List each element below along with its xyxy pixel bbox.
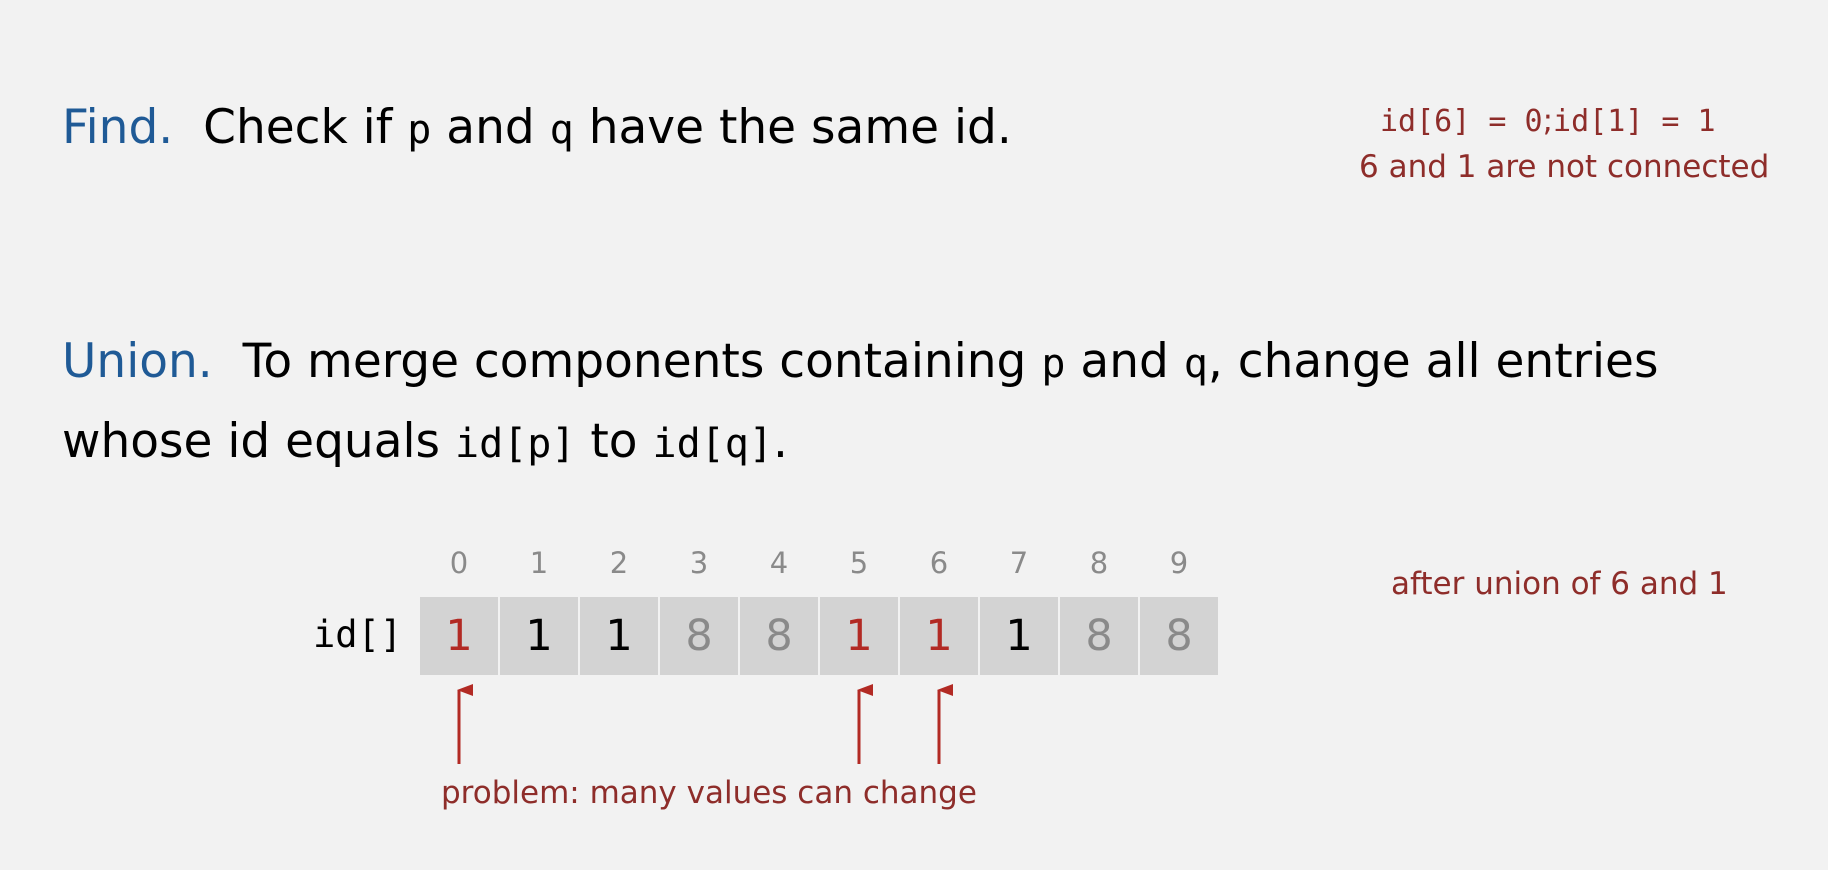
array-cell: 8 <box>1140 597 1218 675</box>
find-text-same-id: have the same id. <box>588 100 1012 155</box>
problem-note: problem: many values can change <box>441 775 977 811</box>
array-index: 4 <box>769 546 789 580</box>
array-index: 8 <box>1089 546 1109 580</box>
array-cell: 1 <box>980 597 1058 675</box>
array-index: 0 <box>449 546 469 580</box>
array-index: 6 <box>929 546 949 580</box>
array-index: 3 <box>689 546 709 580</box>
union-statement-line-1: Union. To merge components containing p … <box>62 338 1658 385</box>
find-note-id6: id[6] = 0 <box>1380 104 1543 139</box>
array-cell: 1 <box>500 597 578 675</box>
array-index: 9 <box>1169 546 1189 580</box>
array-cell: 8 <box>1060 597 1138 675</box>
union-text-and: and <box>1080 334 1169 389</box>
array-cell: 8 <box>740 597 818 675</box>
find-statement: Find. Check if p and q have the same id. <box>62 104 1012 151</box>
find-note-connection: 6 and 1 are not connected <box>1359 149 1770 185</box>
union-var-p: p <box>1041 341 1066 387</box>
union-text-to: to <box>590 414 638 469</box>
union-var-q: q <box>1183 341 1208 387</box>
find-note-id1: id[1] = 1 <box>1553 104 1716 139</box>
after-union-note: after union of 6 and 1 <box>1391 566 1728 602</box>
array-cell: 1 <box>580 597 658 675</box>
find-text-and: and <box>446 100 535 155</box>
find-note-separator: ; <box>1542 103 1554 139</box>
find-var-q: q <box>549 107 574 153</box>
array-cell: 1 <box>420 597 498 675</box>
find-note-values: id[6] = 0;id[1] = 1 <box>1380 106 1716 137</box>
union-text-whose: whose id equals <box>62 414 441 469</box>
union-statement-line-2: whose id equals id[p] to id[q]. <box>62 418 788 465</box>
union-text-change-all: , change all entries <box>1207 334 1659 389</box>
union-text-period: . <box>772 414 788 469</box>
union-label: Union. <box>62 334 213 389</box>
array-index: 2 <box>609 546 629 580</box>
find-var-p: p <box>407 107 432 153</box>
find-label: Find. <box>62 100 174 155</box>
array-index: 1 <box>529 546 549 580</box>
array-cell: 1 <box>900 597 978 675</box>
union-code-idq: id[q] <box>652 421 773 467</box>
union-text-merge: To merge components containing <box>242 334 1027 389</box>
array-cell: 8 <box>660 597 738 675</box>
array-index: 5 <box>849 546 869 580</box>
array-cell: 1 <box>820 597 898 675</box>
array-index: 7 <box>1009 546 1029 580</box>
array-name: id[] <box>313 613 403 656</box>
union-code-idp: id[p] <box>455 421 576 467</box>
find-text-check: Check if <box>203 100 393 155</box>
